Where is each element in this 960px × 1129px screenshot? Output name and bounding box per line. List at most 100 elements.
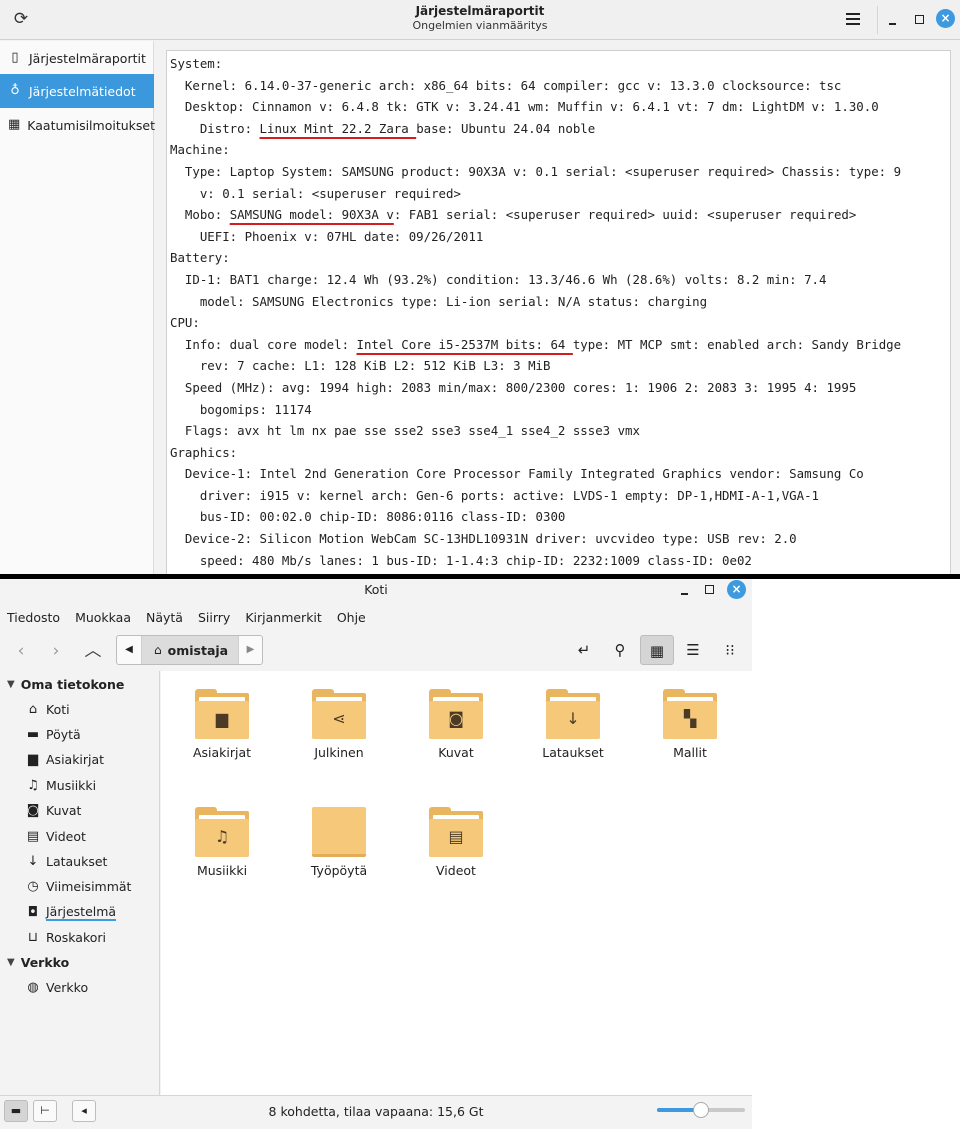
lightbulb-icon: ♁: [10, 83, 20, 98]
globe-icon: ◍: [27, 979, 39, 995]
sidebar-item[interactable]: ▆ Asiakirjat: [25, 749, 104, 771]
drive-icon: ◘: [27, 904, 39, 920]
info-text-segment: System:: [170, 56, 223, 71]
sidebar-item[interactable]: ⊔ Roskakori: [25, 927, 106, 949]
sidebar-item[interactable]: ▬ Pöytä: [25, 723, 81, 745]
sidebar-section-header[interactable]: ▼ Verkko: [7, 952, 69, 972]
menu-go[interactable]: Siirry: [198, 607, 230, 629]
folder-share-icon: ⋖: [312, 689, 366, 739]
file-grid[interactable]: ▆ Asiakirjat ⋖ Julkinen ◙ Kuvat ↓ Lataukset ▚ Mal…: [161, 671, 752, 1095]
sidebar-item[interactable]: ♫ Musiikki: [25, 774, 96, 796]
system-info-panel[interactable]: System: Kernel: 6.14.0-37-generic arch: …: [166, 50, 951, 574]
maximize-button[interactable]: [701, 581, 719, 599]
breadcrumb-home[interactable]: ⌂ omistaja: [141, 636, 238, 664]
folder-item[interactable]: ▚ Mallit: [635, 671, 745, 771]
back-icon[interactable]: ‹: [8, 638, 34, 664]
info-text-segment: bus-ID: 00:02.0 chip-ID: 8086:0116 class…: [170, 509, 566, 525]
statusbar: ▬ ⊢ ◂ 8 kohdetta, tilaa vapaana: 15,6 Gt: [0, 1095, 752, 1129]
info-text-segment: Flags: avx ht lm nx pae sse sse2 sse3 ss…: [170, 423, 640, 439]
folder-glyph: ▤: [448, 827, 464, 846]
folder-item[interactable]: ▆ Asiakirjat: [167, 671, 277, 771]
sidebar-item[interactable]: ▤ Videot: [25, 825, 86, 847]
folder-item[interactable]: ↓ Lataukset: [518, 671, 628, 771]
sidebar-item-system-reports[interactable]: ▯ Järjestelmäraportit: [0, 41, 154, 75]
close-button[interactable]: ×: [727, 580, 746, 599]
folder-item[interactable]: ♫ Musiikki: [167, 789, 277, 889]
folder-music-icon: ♫: [195, 807, 249, 857]
sidebar-item[interactable]: ◙ Kuvat: [25, 800, 82, 822]
info-text-segment: Kernel: 6.14.0-37-generic arch: x86_64 b…: [170, 77, 842, 93]
folder-name: Mallit: [673, 745, 707, 760]
minimize-button[interactable]: [676, 581, 694, 599]
sidebar-section-header[interactable]: ▼ Oma tietokone: [7, 674, 124, 694]
folder-item[interactable]: Työpöytä: [284, 789, 394, 889]
sidebar-item-label: Kuvat: [46, 803, 82, 819]
info-text-segment: model: SAMSUNG Electronics type: Li-ion …: [170, 293, 708, 309]
info-text-segment: Device-2: Silicon Motion WebCam SC-13HDL…: [170, 531, 797, 547]
sidebar-item[interactable]: ↓ Lataukset: [25, 850, 108, 872]
sidebar-item[interactable]: ◍ Verkko: [25, 976, 88, 998]
breadcrumb-right-icon[interactable]: ▶: [238, 636, 262, 664]
icon-view-icon[interactable]: ▦: [640, 635, 674, 665]
menu-file[interactable]: Tiedosto: [7, 607, 60, 629]
titlebar[interactable]: Koti ×: [0, 579, 752, 601]
desktop-icon: ▬: [26, 726, 40, 742]
close-icon: ×: [936, 9, 955, 28]
expander-icon[interactable]: ▼: [7, 679, 15, 690]
film-icon: ▤: [26, 828, 40, 844]
music-icon: ♫: [27, 777, 39, 793]
sidebar-item[interactable]: ◷ Viimeisimmät: [25, 876, 131, 898]
location-toggle-icon[interactable]: ↵: [567, 635, 601, 665]
folder-item[interactable]: ◙ Kuvat: [401, 671, 511, 771]
sidebar-item-label: Järjestelmä: [46, 903, 117, 921]
home-icon: ⌂: [28, 701, 38, 717]
zoom-slider-handle[interactable]: [693, 1102, 709, 1118]
zoom-slider[interactable]: [657, 1102, 745, 1118]
breadcrumb-left-icon[interactable]: ◀: [117, 636, 141, 664]
folder-name: Kuvat: [438, 745, 474, 760]
sidebar-item-crash-reports[interactable]: ▦ Kaatumisilmoitukset: [0, 108, 155, 142]
up-icon[interactable]: ︿: [80, 638, 106, 664]
menu-view[interactable]: Näytä: [146, 607, 183, 629]
folder-item[interactable]: ▤ Videot: [401, 789, 511, 889]
sidebar-item[interactable]: ⌂ Koti: [25, 698, 70, 720]
folder-pictures-icon: ◙: [429, 689, 483, 739]
menubar: Tiedosto Muokkaa Näytä Siirry Kirjanmerk…: [0, 607, 374, 629]
info-line: UEFI: Phoenix v: 07HL date: 09/26/2011: [170, 226, 950, 248]
info-text-segment: Info: dual core model:: [170, 336, 357, 352]
info-text-segment: CPU:: [170, 315, 200, 331]
info-text-segment: type: MT MCP smt: enabled arch: Sandy Br…: [572, 336, 902, 352]
menu-edit[interactable]: Muokkaa: [75, 607, 131, 629]
window-title: Järjestelmäraportit: [415, 4, 545, 18]
download-icon: ↓: [27, 853, 39, 869]
sidebar-item-label: Videot: [46, 828, 86, 844]
close-button[interactable]: ×: [936, 9, 955, 28]
menu-bookmarks[interactable]: Kirjanmerkit: [245, 607, 321, 629]
sidebar-item-label: Järjestelmätiedot: [29, 83, 136, 99]
folder-item[interactable]: ⋖ Julkinen: [284, 671, 394, 771]
minimize-button[interactable]: [884, 11, 902, 29]
info-text-segment: UEFI: Phoenix v: 07HL date: 09/26/2011: [170, 228, 484, 244]
expander-icon[interactable]: ▼: [7, 957, 15, 968]
info-line: Device-2: Silicon Motion WebCam SC-13HDL…: [170, 528, 950, 550]
keyboard-icon: ▦: [8, 117, 21, 132]
list-view-icon[interactable]: ☰: [676, 635, 710, 665]
hamburger-menu-icon[interactable]: [842, 8, 864, 30]
compact-view-icon[interactable]: ⁝⁝: [713, 635, 747, 665]
info-text-segment: Device-1: Intel 2nd Generation Core Proc…: [170, 466, 864, 482]
titlebar[interactable]: ⟳ Järjestelmäraportit Ongelmien vianmäär…: [0, 0, 960, 40]
sidebar-item-label: Musiikki: [46, 777, 97, 793]
toolbar: ‹ › ︿ ◀ ⌂ omistaja ▶ ↵ ⚲ ▦ ☰ ⁝⁝: [0, 632, 752, 670]
sidebar-item[interactable]: ◘ Järjestelmä: [25, 901, 117, 923]
forward-icon[interactable]: ›: [43, 638, 69, 664]
reports-sidebar: ▯ Järjestelmäraportit ♁ Järjestelmätiedo…: [0, 41, 155, 574]
search-icon[interactable]: ⚲: [603, 635, 637, 665]
sidebar-item-label: Koti: [46, 701, 70, 717]
info-text-segment: ID-1: BAT1 charge: 12.4 Wh (93.2%) condi…: [170, 271, 827, 287]
menu-help[interactable]: Ohje: [337, 607, 366, 629]
close-icon: ×: [727, 580, 746, 599]
maximize-button[interactable]: [911, 11, 929, 29]
info-line: Battery:: [170, 247, 950, 269]
sidebar-item-system-info[interactable]: ♁ Järjestelmätiedot: [0, 74, 154, 108]
info-line: ID-1: BAT1 charge: 12.4 Wh (93.2%) condi…: [170, 269, 950, 291]
